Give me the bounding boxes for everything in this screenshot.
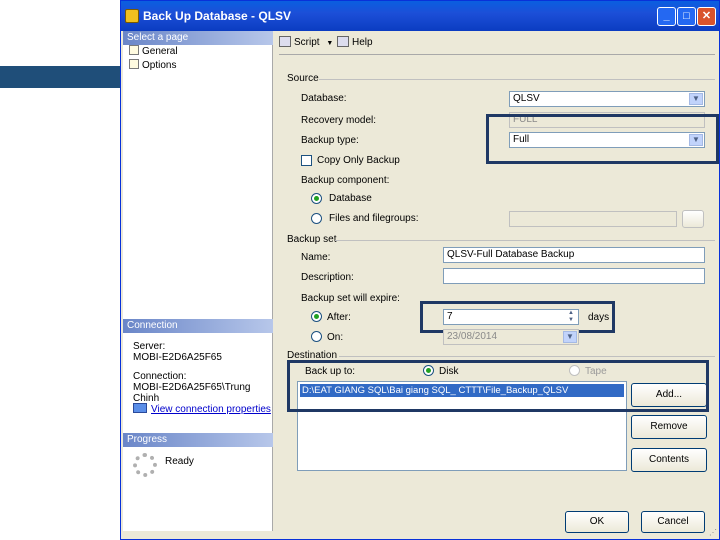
- toolbar: Script ▼ Help: [275, 31, 719, 53]
- backup-dialog: Back Up Database - QLSV _ □ ✕ Select a p…: [120, 0, 720, 540]
- select-page-header: Select a page: [123, 31, 273, 45]
- close-button[interactable]: ✕: [697, 7, 716, 26]
- connection-icon: [133, 403, 147, 413]
- files-radio-label: Files and filegroups:: [329, 213, 419, 224]
- chevron-down-icon: ▼: [326, 40, 334, 47]
- ok-button[interactable]: OK: [565, 511, 629, 533]
- script-icon: [279, 36, 291, 47]
- help-icon: [337, 36, 349, 47]
- copy-only-label: Copy Only Backup: [317, 155, 400, 166]
- contents-button[interactable]: Contents: [631, 448, 707, 472]
- toolbar-divider: [279, 54, 715, 55]
- database-icon: [125, 9, 139, 23]
- view-connection-link[interactable]: View connection properties: [133, 403, 271, 415]
- page-options[interactable]: Options: [129, 59, 176, 71]
- chevron-down-icon: ▼: [563, 331, 577, 343]
- database-value: QLSV: [513, 93, 540, 104]
- server-label: Server:: [133, 341, 166, 352]
- page-general-label: General: [142, 46, 178, 57]
- name-label: Name:: [301, 252, 331, 263]
- name-input[interactable]: QLSV-Full Database Backup: [443, 247, 705, 263]
- progress-header: Progress: [123, 433, 273, 447]
- expire-label: Backup set will expire:: [301, 293, 400, 304]
- page-icon: [129, 45, 139, 55]
- destination-highlight: [287, 360, 709, 412]
- window-title: Back Up Database - QLSV: [143, 9, 292, 23]
- database-label: Database:: [301, 93, 347, 104]
- connection-value: MOBI-E2D6A25F65\Trung Chinh: [133, 382, 251, 404]
- page-selector-panel: Select a page General Options Connection…: [123, 31, 273, 531]
- after-radio[interactable]: [311, 311, 322, 322]
- minimize-button[interactable]: _: [657, 7, 676, 26]
- copy-only-checkbox[interactable]: [301, 155, 312, 166]
- filegroups-browse-button: [682, 210, 704, 228]
- backup-type-highlight: [486, 114, 719, 164]
- progress-status: Ready: [165, 456, 194, 467]
- source-heading: Source: [287, 73, 319, 84]
- on-radio[interactable]: [311, 331, 322, 342]
- remove-button[interactable]: Remove: [631, 415, 707, 439]
- script-button[interactable]: Script ▼: [279, 36, 333, 48]
- progress-spinner-icon: [133, 453, 157, 477]
- general-page: Script ▼ Help Source Database: QLSV ▼ Re…: [275, 31, 719, 501]
- dialog-footer: OK Cancel: [275, 505, 719, 539]
- help-button[interactable]: Help: [337, 36, 373, 48]
- filegroups-field: [509, 211, 677, 227]
- backup-set-divider: [335, 240, 715, 241]
- server-value: MOBI-E2D6A25F65: [133, 352, 222, 363]
- destination-divider: [339, 356, 715, 357]
- database-radio-label: Database: [329, 193, 372, 204]
- files-radio[interactable]: [311, 213, 322, 224]
- backup-component-label: Backup component:: [301, 175, 390, 186]
- on-date-input: 23/08/2014 ▼: [443, 329, 579, 345]
- resize-grip-icon[interactable]: ⋰: [709, 528, 717, 537]
- database-radio[interactable]: [311, 193, 322, 204]
- chevron-down-icon: ▼: [689, 93, 703, 105]
- connection-label: Connection:: [133, 371, 187, 382]
- page-general[interactable]: General: [129, 45, 178, 57]
- cancel-button[interactable]: Cancel: [641, 511, 705, 533]
- on-date-value: 23/08/2014: [447, 331, 498, 342]
- connection-header: Connection: [123, 319, 273, 333]
- page-icon: [129, 59, 139, 69]
- title-bar[interactable]: Back Up Database - QLSV _ □ ✕: [121, 1, 719, 31]
- page-options-label: Options: [142, 60, 177, 71]
- backup-type-label: Backup type:: [301, 135, 359, 146]
- help-label: Help: [352, 37, 373, 48]
- description-label: Description:: [301, 272, 354, 283]
- after-label: After:: [327, 312, 351, 323]
- recovery-model-label: Recovery model:: [301, 115, 377, 126]
- backup-set-heading: Backup set: [287, 234, 337, 245]
- view-connection-text: View connection properties: [151, 404, 271, 415]
- script-label: Script: [294, 37, 320, 48]
- on-label: On:: [327, 332, 344, 343]
- slide-accent-band: [0, 66, 124, 88]
- maximize-button[interactable]: □: [677, 7, 696, 26]
- source-divider: [319, 79, 715, 80]
- database-select[interactable]: QLSV ▼: [509, 91, 705, 107]
- description-input[interactable]: [443, 268, 705, 284]
- name-value: QLSV-Full Database Backup: [447, 249, 575, 260]
